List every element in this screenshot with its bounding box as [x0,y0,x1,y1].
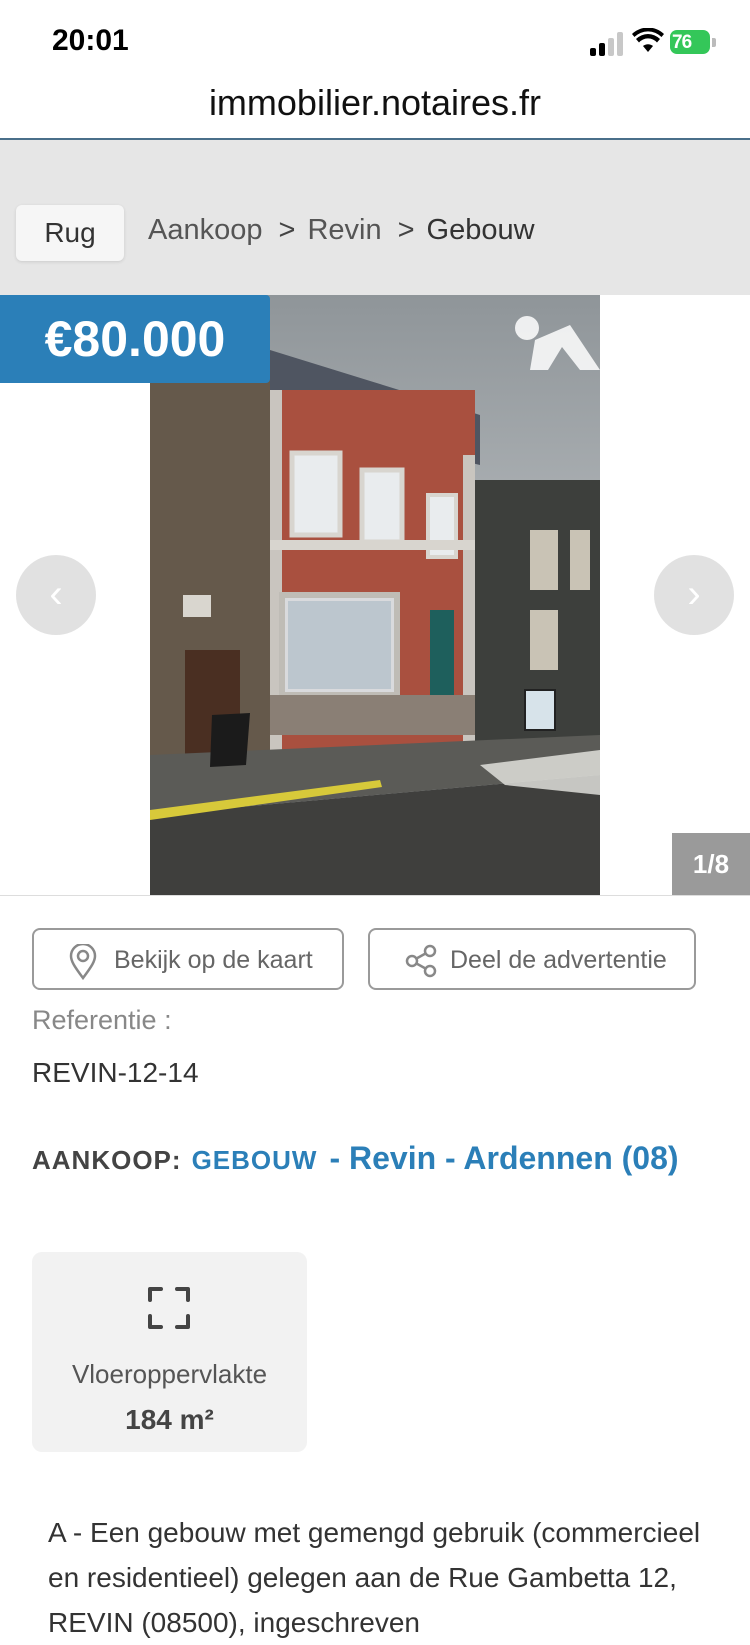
status-bar: 20:01 76 [0,0,750,80]
expand-icon [148,1287,190,1329]
battery-icon: 76 [670,30,716,56]
share-listing-label: Deel de advertentie [450,946,667,974]
photo-counter: 1/8 [672,833,750,895]
floor-area-card: Vloeroppervlakte 184 m² [32,1252,307,1452]
previous-photo-button[interactable]: ‹ [16,555,96,635]
cellular-signal-icon [590,30,626,56]
view-on-map-label: Bekijk op de kaart [114,946,313,974]
next-photo-button[interactable]: › [654,555,734,635]
map-pin-icon [69,944,97,980]
price-badge: €80.000 [0,295,270,383]
listing-location: - Revin - Ardennen (08) [329,1140,679,1176]
breadcrumb-separator: > [278,214,296,246]
breadcrumb-item-aankoop[interactable]: Aankoop [148,214,263,246]
listing-type: GEBOUW [191,1145,318,1175]
breadcrumb-item-revin[interactable]: Revin [307,214,381,246]
reference-label: Referentie : [32,1005,172,1035]
photo-gallery[interactable] [0,295,750,896]
listing-kind: AANKOOP: [32,1145,182,1175]
floor-area-label: Vloeroppervlakte [71,1359,268,1389]
floor-area-value: 184 m² [125,1404,214,1435]
breadcrumb: Aankoop > Revin > Gebouw [148,214,547,247]
breadcrumb-separator: > [397,214,415,246]
status-time: 20:01 [52,24,129,57]
battery-level: 76 [672,32,692,53]
share-listing-button[interactable]: Deel de advertentie [368,928,696,990]
share-icon [405,944,437,978]
url-text: immobilier.notaires.fr [208,82,542,123]
url-bar[interactable]: immobilier.notaires.fr [0,80,750,140]
reference-value: REVIN-12-14 [32,1057,199,1088]
listing-description: A - Een gebouw met gemengd gebruik (comm… [48,1517,701,1638]
view-on-map-button[interactable]: Bekijk op de kaart [32,928,344,990]
listing-heading: AANKOOP: GEBOUW - Revin - Ardennen (08) [32,1138,722,1185]
back-button[interactable]: Rug [16,205,124,261]
breadcrumb-item-gebouw: Gebouw [426,214,535,246]
property-photo[interactable] [150,295,600,895]
wifi-icon [632,28,664,52]
